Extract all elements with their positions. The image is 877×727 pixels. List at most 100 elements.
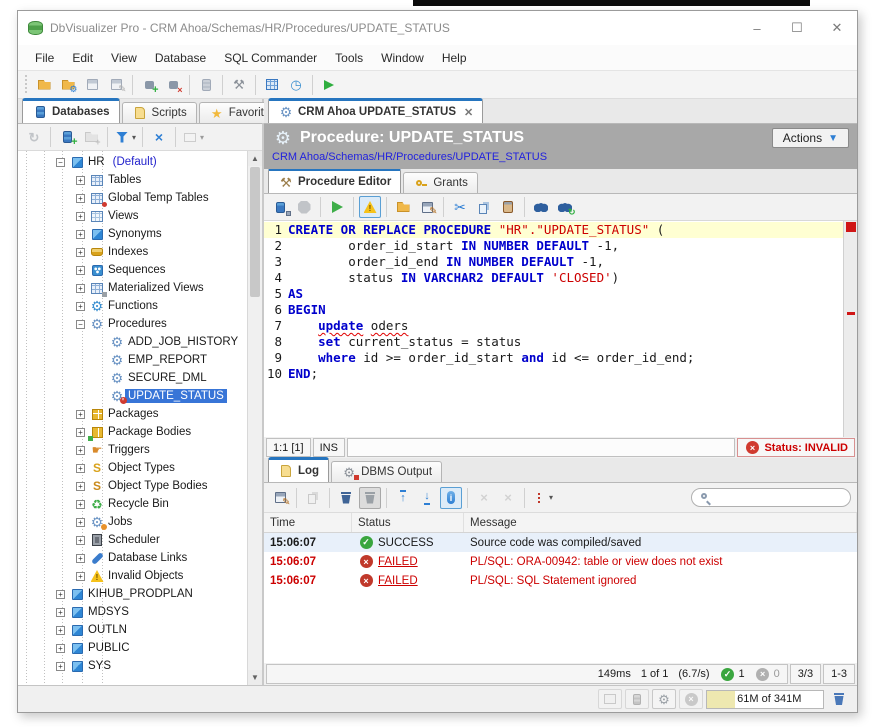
error-marker-top[interactable] bbox=[846, 222, 856, 232]
code-line-4[interactable]: 4 status IN VARCHAR2 DEFAULT 'CLOSED') bbox=[264, 270, 843, 286]
create-folder-button[interactable]: + bbox=[80, 126, 102, 148]
collapse-button[interactable]: × bbox=[497, 487, 519, 509]
column-header-message[interactable]: Message bbox=[464, 513, 857, 532]
tab-grants[interactable]: Grants bbox=[403, 172, 478, 193]
scroll-up-icon[interactable]: ▲ bbox=[248, 151, 262, 166]
execute-button[interactable] bbox=[326, 196, 348, 218]
log-row[interactable]: 15:06:07×FAILEDPL/SQL: ORA-00942: table … bbox=[264, 552, 857, 571]
menu-database[interactable]: Database bbox=[146, 48, 215, 68]
run-cursor-button[interactable] bbox=[318, 74, 340, 96]
code-line-9[interactable]: 9 where id >= order_id_start and id <= o… bbox=[264, 350, 843, 366]
expand-toggle-icon[interactable]: + bbox=[56, 662, 65, 671]
tab-procedure-editor[interactable]: ⚒Procedure Editor bbox=[268, 168, 401, 193]
tree-item-object-types[interactable]: +SObject Types bbox=[18, 459, 247, 477]
column-header-time[interactable]: Time bbox=[264, 513, 352, 532]
tree-item-public[interactable]: +PUBLIC bbox=[18, 639, 247, 657]
stop-button[interactable] bbox=[293, 196, 315, 218]
error-marker-line7[interactable] bbox=[847, 312, 855, 315]
data-grid-button[interactable] bbox=[261, 74, 283, 96]
tree-item-packages[interactable]: +Packages bbox=[18, 405, 247, 423]
expand-toggle-icon[interactable]: + bbox=[76, 176, 85, 185]
expand-toggle-icon[interactable]: + bbox=[76, 428, 85, 437]
create-connection-button[interactable]: + bbox=[56, 126, 78, 148]
search-input[interactable] bbox=[718, 492, 844, 504]
code-line-10[interactable]: 10END; bbox=[264, 366, 843, 382]
tree-item-package-bodies[interactable]: +Package Bodies bbox=[18, 423, 247, 441]
expand-toggle-icon[interactable]: + bbox=[76, 500, 85, 509]
clear-on-execute-button[interactable] bbox=[359, 487, 381, 509]
memory-gauge[interactable]: 61M of 341M bbox=[706, 690, 824, 709]
gc-trash-button[interactable] bbox=[828, 688, 850, 710]
expand-toggle-icon[interactable]: + bbox=[76, 554, 85, 563]
menu-edit[interactable]: Edit bbox=[63, 48, 102, 68]
code-line-6[interactable]: 6BEGIN bbox=[264, 302, 843, 318]
tool-properties-button[interactable]: ⚒ bbox=[228, 74, 250, 96]
tree-item-triggers[interactable]: +☛Triggers bbox=[18, 441, 247, 459]
expand-toggle-icon[interactable]: + bbox=[76, 572, 85, 581]
tab-crm-ahoa-update-status[interactable]: ⚙ CRM Ahoa UPDATE_STATUS ✕ bbox=[268, 98, 483, 123]
expand-toggle-icon[interactable]: + bbox=[76, 482, 85, 491]
expand-toggle-icon[interactable]: + bbox=[56, 644, 65, 653]
tab-close-icon[interactable]: ✕ bbox=[464, 106, 473, 119]
status-db-button[interactable] bbox=[625, 689, 649, 709]
tree-item-mdsys[interactable]: +MDSYS bbox=[18, 603, 247, 621]
save-as-button[interactable]: ✎ bbox=[105, 74, 127, 96]
collapse-toggle-icon[interactable]: − bbox=[56, 158, 65, 167]
tree-item-jobs[interactable]: +⚙Jobs bbox=[18, 513, 247, 531]
expand-toggle-icon[interactable]: + bbox=[56, 590, 65, 599]
log-row[interactable]: 15:06:07✓SUCCESSSource code was compiled… bbox=[264, 533, 857, 552]
find-replace-button[interactable]: ↻ bbox=[554, 196, 576, 218]
expand-toggle-icon[interactable]: + bbox=[56, 626, 65, 635]
tree-item-add-job-history[interactable]: ⚙ADD_JOB_HISTORY bbox=[18, 333, 247, 351]
tree-item-update-status[interactable]: ⚙×UPDATE_STATUS bbox=[18, 387, 247, 405]
menu-help[interactable]: Help bbox=[433, 48, 476, 68]
expand-toggle-icon[interactable]: + bbox=[76, 518, 85, 527]
code-line-1[interactable]: 1CREATE OR REPLACE PROCEDURE "HR"."UPDAT… bbox=[264, 222, 843, 238]
save-procedure-button[interactable] bbox=[269, 196, 291, 218]
collapse-all-button[interactable]: × bbox=[148, 126, 170, 148]
database-server-button[interactable] bbox=[195, 74, 217, 96]
monitor-clock-button[interactable]: ◷ bbox=[285, 74, 307, 96]
autoscroll-button[interactable]: i bbox=[440, 487, 462, 509]
paste-button[interactable] bbox=[497, 196, 519, 218]
menu-window[interactable]: Window bbox=[372, 48, 433, 68]
tree-item-hr[interactable]: −HR(Default) bbox=[18, 153, 247, 171]
error-stripe[interactable] bbox=[843, 221, 857, 437]
expand-toggle-icon[interactable]: + bbox=[76, 230, 85, 239]
cut-button[interactable]: ✂ bbox=[449, 196, 471, 218]
preview-button[interactable]: ▾ bbox=[181, 126, 205, 148]
close-button[interactable]: ✕ bbox=[817, 11, 857, 45]
status-error-button[interactable]: × bbox=[679, 689, 703, 709]
minimize-button[interactable]: – bbox=[737, 11, 777, 45]
tree-item-secure-dml[interactable]: ⚙SECURE_DML bbox=[18, 369, 247, 387]
filter-button[interactable]: ▾ bbox=[113, 126, 137, 148]
tree-item-views[interactable]: +Views bbox=[18, 207, 247, 225]
tree-item-recycle-bin[interactable]: +♻Recycle Bin bbox=[18, 495, 247, 513]
copy-button[interactable] bbox=[473, 196, 495, 218]
expand-toggle-icon[interactable]: + bbox=[76, 248, 85, 257]
code-line-2[interactable]: 2 order_id_start IN NUMBER DEFAULT -1, bbox=[264, 238, 843, 254]
scrollbar-thumb[interactable] bbox=[250, 167, 260, 297]
status-gear-button[interactable]: ⚙ bbox=[652, 689, 676, 709]
tree-item-invalid-objects[interactable]: +!Invalid Objects bbox=[18, 567, 247, 585]
expand-toggle-icon[interactable]: + bbox=[56, 608, 65, 617]
expand-toggle-icon[interactable]: + bbox=[76, 464, 85, 473]
menu-tools[interactable]: Tools bbox=[326, 48, 372, 68]
tree-item-functions[interactable]: +⚙Functions bbox=[18, 297, 247, 315]
tree-item-object-type-bodies[interactable]: +SObject Type Bodies bbox=[18, 477, 247, 495]
row-height-button[interactable]: ▾ bbox=[530, 487, 554, 509]
find-button[interactable] bbox=[530, 196, 552, 218]
tree-item-indexes[interactable]: +Indexes bbox=[18, 243, 247, 261]
code-line-8[interactable]: 8 set current_status = status bbox=[264, 334, 843, 350]
layout-grid-button[interactable] bbox=[598, 689, 622, 709]
expand-toggle-icon[interactable]: + bbox=[76, 446, 85, 455]
disconnect-button[interactable]: × bbox=[162, 74, 184, 96]
expand-toggle-icon[interactable]: + bbox=[76, 194, 85, 203]
save-file-button[interactable]: ✎ bbox=[416, 196, 438, 218]
export-log-button[interactable]: ✎ bbox=[269, 487, 291, 509]
tab-dbms-output[interactable]: ⚙DBMS Output bbox=[331, 461, 442, 482]
expand-toggle-icon[interactable]: + bbox=[76, 284, 85, 293]
tree-scrollbar[interactable]: ▲ ▼ bbox=[247, 151, 262, 685]
tree-item-sys[interactable]: +SYS bbox=[18, 657, 247, 675]
tree-item-emp-report[interactable]: ⚙EMP_REPORT bbox=[18, 351, 247, 369]
